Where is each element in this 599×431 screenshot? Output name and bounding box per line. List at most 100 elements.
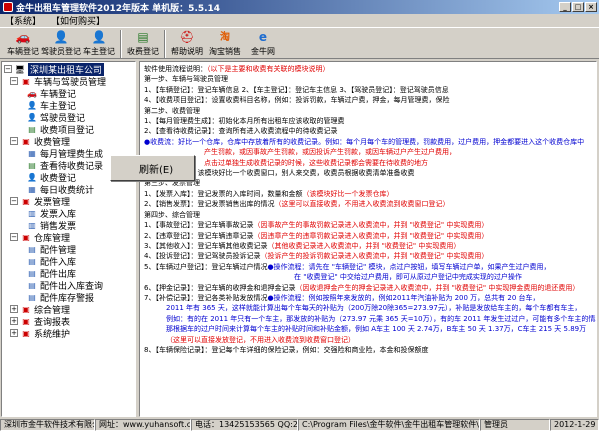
tree-item-invoice-sale[interactable]: ▥ 销售发票 [26,219,76,232]
tree-item-pending-fees[interactable]: ▤ 查看待收费记录 [26,159,103,172]
tree-root[interactable]: − 🖥 深圳某出租车公司 [4,62,105,76]
help-button[interactable]: ⛑ 帮助说明 [168,30,206,57]
tree-item-monthly-fee[interactable]: ▦ 每月管理费生成 [26,147,103,160]
maximize-button[interactable]: □ [572,2,584,12]
collapse-icon[interactable]: − [10,233,18,241]
owner-register-label: 车主登记 [83,47,115,56]
tree-item-owner-register[interactable]: 👤 车主登记 [26,99,76,112]
content-line: 软件使用流程说明：（以下是主要和收费有关联的模块说明） [144,65,330,73]
fee-icon: ▤ [137,30,149,44]
document-icon: ▥ [28,208,36,218]
content-line: 1、【发票入库】：登记发票的入库时间，数量和金额（该模块好比一个发票仓库） [144,189,394,198]
document-icon: ▥ [28,220,36,230]
content-line: 4、【收费项目登记】：设置收费科目名称，例如：投诉罚款，车辆过户费，押金，每月管… [144,96,450,105]
taobao-label: 淘宝销售 [209,47,241,56]
menu-bar: 【系统】 【如何购买】 [0,14,599,28]
content-line: 1、【车辆登记】：登记车辆信息 2、【车主登记】：登记车主信息 3、【驾驶员登记… [144,85,449,94]
toolbar-separator [120,30,122,58]
tree-item-parts-out[interactable]: ▤ 配件出库 [26,267,76,280]
window-controls: _ □ × [559,2,597,12]
tree-group-invoice[interactable]: − ▣ 发票管理 [10,195,70,208]
calendar-icon: ▦ [28,184,36,194]
help-label: 帮助说明 [171,47,203,56]
car-icon: 🚗 [15,30,31,44]
owner-register-button[interactable]: 👤 车主登记 [80,30,118,57]
expand-icon[interactable]: + [10,305,18,313]
status-phone: 电话：13425153565 QQ:21035391 [191,419,298,431]
content-line: 2、【查看待收费记录】：查询所有进入收费流程中的待收费记录 [144,127,338,136]
content-line: 例如：有的在 2011 年只有一个车主，那发放的补贴为（273.97 元乘 36… [166,314,597,323]
content-line: 3、【其他收入】：登记车辆其他收费记录（其他收费记录进入收费流中，并到 "收费登… [144,241,461,250]
content-line: 第一步、车辆与驾驶员管理 [144,75,228,84]
driver-register-button[interactable]: 👤 驾驶员登记 [41,30,81,57]
car-icon: 🚗 [27,88,37,98]
tree-item-parts-alarm[interactable]: ▤ 配件库存警报 [26,291,94,304]
fee-register-label: 收费登记 [127,47,159,56]
tree-item-fee-register[interactable]: 👤 收费登记 [26,171,76,184]
content-line: 那根据车的过户时间来计算每个车主的补贴时间和补贴金额，例如 A车主 100 天 … [166,325,587,334]
car-register-button[interactable]: 🚗 车辆登记 [4,30,42,57]
folder-icon: ▣ [22,76,30,86]
content-line: 2、【销售发票】：登记发票销售出库的情况（这里可以直接收费，不用进入收费流到收费… [144,200,450,209]
minimize-button[interactable]: _ [559,2,571,12]
tree-item-parts-in[interactable]: ▤ 配件入库 [26,255,76,268]
user-icon: 👤 [27,112,37,122]
collapse-icon[interactable]: − [10,197,18,205]
content-line: 2、【违章登记】：登记车辆违章记录（因违章产生的违章罚款记录进入收费流中，并到 … [144,231,489,240]
box-icon: ▤ [28,292,36,302]
tree-item-car-register[interactable]: 🚗 车辆登记 [26,87,76,100]
tree-item-parts-query[interactable]: ▤ 配件出入库查询 [26,279,103,292]
expand-icon[interactable]: + [10,317,18,325]
driver-icon: 👤 [53,30,69,44]
tree-group-warehouse[interactable]: − ▣ 仓库管理 [10,231,70,244]
folder-icon: ▣ [22,304,30,314]
tree-group-reports[interactable]: + ▣ 查询报表 [10,315,70,328]
collapse-icon[interactable]: − [10,137,18,145]
collapse-icon[interactable]: − [10,77,18,85]
box-icon: ▤ [28,268,36,278]
user-icon: 👤 [27,100,37,110]
menu-system[interactable]: 【系统】 [3,14,43,27]
help-icon: ⛑ [179,30,195,44]
close-button[interactable]: × [585,2,597,12]
box-icon: ▤ [28,280,36,290]
title-bar: 金牛出租车管理软件2012年版本 单机版：5.5.14 _ □ × [0,0,599,14]
box-icon: ▤ [28,256,36,266]
status-bar: 深圳市金牛软件技术有限公司 网址：www.yuhansoft.com 电话：13… [0,419,599,431]
website-button[interactable]: e 金牛网 [244,30,282,57]
app-icon [3,2,13,12]
status-user: 管理员 [480,419,550,431]
tree-item-daily-stats[interactable]: ▦ 每日收费统计 [26,183,94,196]
content-line: 1、【事故登记】：登记车辆事故记录（因事故产生的事故罚款记录进入收费流中，并到 … [144,221,489,230]
content-line: 第四步、综合管理 [144,210,200,219]
folder-icon: ▣ [22,196,30,206]
content-line: 2011 年有 365 天，这样就能计算出每个车每天的补贴为（200万除20除3… [166,304,582,313]
tree-item-invoice-in[interactable]: ▥ 发票入库 [26,207,76,220]
tree-group-general[interactable]: + ▣ 综合管理 [10,303,70,316]
status-company: 深圳市金牛软件技术有限公司 [0,419,95,431]
menu-how-to-buy[interactable]: 【如何购买】 [49,14,107,27]
folder-icon: ▣ [22,232,30,242]
tree-group-fee-management[interactable]: − ▣ 收费管理 [10,135,70,148]
content-line: 3、【收费登记】：该模块好比一个收费窗口，别人来交费，收费员根据收费清单准备收费 [144,169,415,178]
content-line: ●收费流：好比一个仓库，仓库中存放着所有的收费记录。例如：每个月每个车的管理费，… [144,137,585,146]
tree-item-driver-register[interactable]: 👤 驾驶员登记 [26,111,85,124]
fee-register-button[interactable]: ▤ 收费登记 [124,30,162,57]
navigation-tree: − 🖥 深圳某出租车公司 − ▣ 车辆与驾驶员管理 🚗 车辆登记 👤 车主登记 👤 驾… [1,61,136,417]
tree-group-vehicle-driver[interactable]: − ▣ 车辆与驾驶员管理 [10,75,106,88]
refresh-menu-item[interactable]: 刷新(E) [139,161,173,176]
tree-group-label: 系统维护 [34,329,71,340]
content-line: （这里可以直接发放登记，不用进入收费流到收费窗口登记） [166,335,355,344]
tree-item-fee-items[interactable]: ▤ 收费项目登记 [26,123,94,136]
person-icon: 👤 [27,172,37,182]
tree-group-system[interactable]: + ▣ 系统维护 [10,327,71,340]
expand-icon[interactable]: + [10,329,18,337]
list-icon: ▤ [28,124,36,134]
content-line: 8、【车辆保险记录】：登记每个车详细的保险记录，例如：交强险和商业险，本金和投保… [144,345,429,354]
content-line: 1、【每月管理费生成】：初始化本月所有出租车应该收取的管理费 [144,117,345,126]
collapse-icon[interactable]: − [4,65,12,73]
taobao-button[interactable]: 淘 淘宝销售 [206,30,244,57]
owner-icon: 👤 [91,30,107,44]
tree-item-parts[interactable]: ▤ 配件管理 [26,243,76,256]
context-menu: 刷新(E) [110,155,195,181]
